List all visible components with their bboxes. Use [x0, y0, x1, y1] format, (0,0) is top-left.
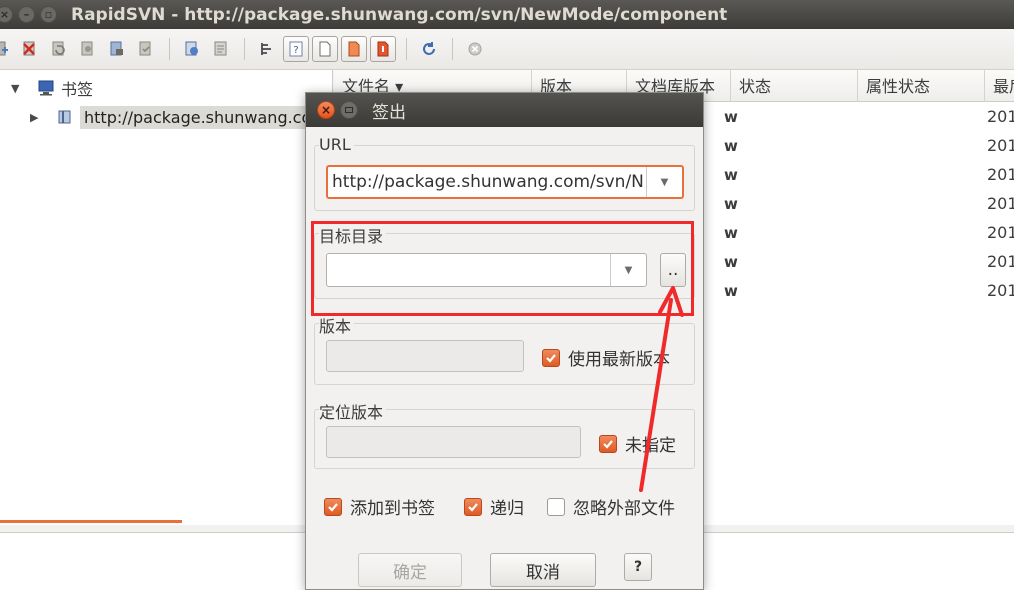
toolbar: ? [0, 29, 1014, 70]
progress-indicator [0, 520, 182, 523]
toolbar-separator [168, 38, 170, 60]
row-date: 201 [987, 281, 1014, 300]
row-status: w [724, 195, 738, 213]
conflict-icon[interactable] [370, 36, 396, 62]
add-icon[interactable] [0, 36, 14, 62]
help-button[interactable]: ? [624, 553, 652, 581]
unspecified-label: 未指定 [625, 436, 676, 456]
target-dir-label: 目标目录 [319, 223, 387, 247]
row-date: 201 [987, 165, 1014, 184]
collapsed-arrow-icon[interactable]: ▶ [30, 111, 44, 124]
delete-icon[interactable] [17, 36, 43, 62]
checkbox-empty-icon[interactable] [547, 497, 565, 516]
recursive-checkbox[interactable]: 递归 [464, 494, 524, 519]
file-view-icon[interactable] [312, 36, 338, 62]
url-input[interactable]: http://package.shunwang.com/svn/NewMode/… [332, 167, 644, 197]
row-status: w [724, 166, 738, 184]
dialog-title: 签出 [372, 102, 406, 123]
computer-icon [38, 80, 54, 96]
column-status[interactable]: 状态 [731, 70, 858, 102]
recursive-label: 递归 [490, 499, 524, 519]
revision-input[interactable] [326, 340, 524, 372]
target-dir-combo[interactable]: ▼ [326, 253, 647, 287]
browse-button[interactable]: .. [660, 253, 686, 287]
lock-icon[interactable] [104, 36, 130, 62]
ignore-externals-checkbox[interactable]: 忽略外部文件 [547, 494, 675, 519]
svg-text:?: ? [293, 45, 298, 56]
log-icon[interactable] [254, 36, 280, 62]
unspecified-checkbox[interactable]: 未指定 [599, 431, 676, 456]
column-prop-status[interactable]: 属性状态 [858, 70, 985, 102]
checkout-dialog: × 签出 URL http://package.shunwang.com/svn… [305, 92, 704, 590]
expanded-arrow-icon[interactable]: ▼ [11, 82, 25, 95]
row-status: w [724, 108, 738, 126]
url-combo[interactable]: http://package.shunwang.com/svn/NewMode/… [326, 165, 684, 199]
row-date: 201 [987, 107, 1014, 126]
row-status: w [724, 224, 738, 242]
unlock-icon[interactable] [133, 36, 159, 62]
chevron-down-icon[interactable]: ▼ [646, 167, 682, 197]
bookmark-tree[interactable]: ▼ 书签 ▶ http://package.shunwang.com/svn/N… [0, 70, 544, 525]
checkmark-icon[interactable] [542, 348, 560, 367]
use-latest-label: 使用最新版本 [568, 350, 670, 370]
peg-revision-label: 定位版本 [319, 399, 387, 423]
modified-icon[interactable] [341, 36, 367, 62]
peg-revision-input[interactable] [326, 426, 581, 458]
revision-label: 版本 [319, 313, 355, 337]
tree-root-label: 书签 [61, 80, 94, 99]
toolbar-separator [243, 38, 245, 60]
tree-root[interactable]: ▼ 书签 [11, 75, 93, 101]
dialog-title-bar: × 签出 [306, 93, 703, 127]
row-date: 201 [987, 252, 1014, 271]
checkmark-icon[interactable] [464, 497, 482, 516]
toolbar-separator [405, 38, 407, 60]
column-last[interactable]: 最后 [985, 70, 1014, 102]
ignore-externals-label: 忽略外部文件 [573, 499, 675, 519]
commit-icon[interactable] [208, 36, 234, 62]
update-icon[interactable] [179, 36, 205, 62]
repository-icon [58, 110, 71, 124]
revert-icon[interactable] [46, 36, 72, 62]
url-label: URL [319, 135, 354, 154]
dialog-close-button[interactable]: × [317, 101, 335, 119]
row-date: 201 [987, 194, 1014, 213]
row-date: 201 [987, 223, 1014, 242]
dialog-maximize-button[interactable] [340, 101, 358, 119]
add-bookmark-checkbox[interactable]: 添加到书签 [324, 494, 435, 519]
row-status: w [724, 282, 738, 300]
stop-icon[interactable] [462, 36, 488, 62]
row-date: 201 [987, 136, 1014, 155]
toolbar-separator [451, 38, 453, 60]
cancel-button[interactable]: 取消 [490, 553, 596, 587]
row-status: w [724, 137, 738, 155]
info-icon[interactable]: ? [283, 36, 309, 62]
checkmark-icon[interactable] [324, 497, 342, 516]
maximize-window-button[interactable]: ▫ [40, 6, 57, 23]
close-window-button[interactable]: × [0, 6, 13, 23]
target-dir-input[interactable] [331, 254, 611, 284]
refresh-icon[interactable] [416, 36, 442, 62]
window-controls: × – ▫ [0, 6, 57, 23]
ok-button[interactable]: 确定 [358, 553, 462, 587]
minimize-window-button[interactable]: – [18, 6, 35, 23]
checkmark-icon[interactable] [599, 434, 617, 453]
chevron-down-icon[interactable]: ▼ [610, 254, 646, 286]
resolve-icon[interactable] [75, 36, 101, 62]
window-title: RapidSVN - http://package.shunwang.com/s… [71, 4, 728, 25]
row-status: w [724, 253, 738, 271]
add-bookmark-label: 添加到书签 [350, 499, 435, 519]
use-latest-checkbox[interactable]: 使用最新版本 [542, 345, 670, 370]
main-title-bar: × – ▫ RapidSVN - http://package.shunwang… [0, 0, 1014, 29]
